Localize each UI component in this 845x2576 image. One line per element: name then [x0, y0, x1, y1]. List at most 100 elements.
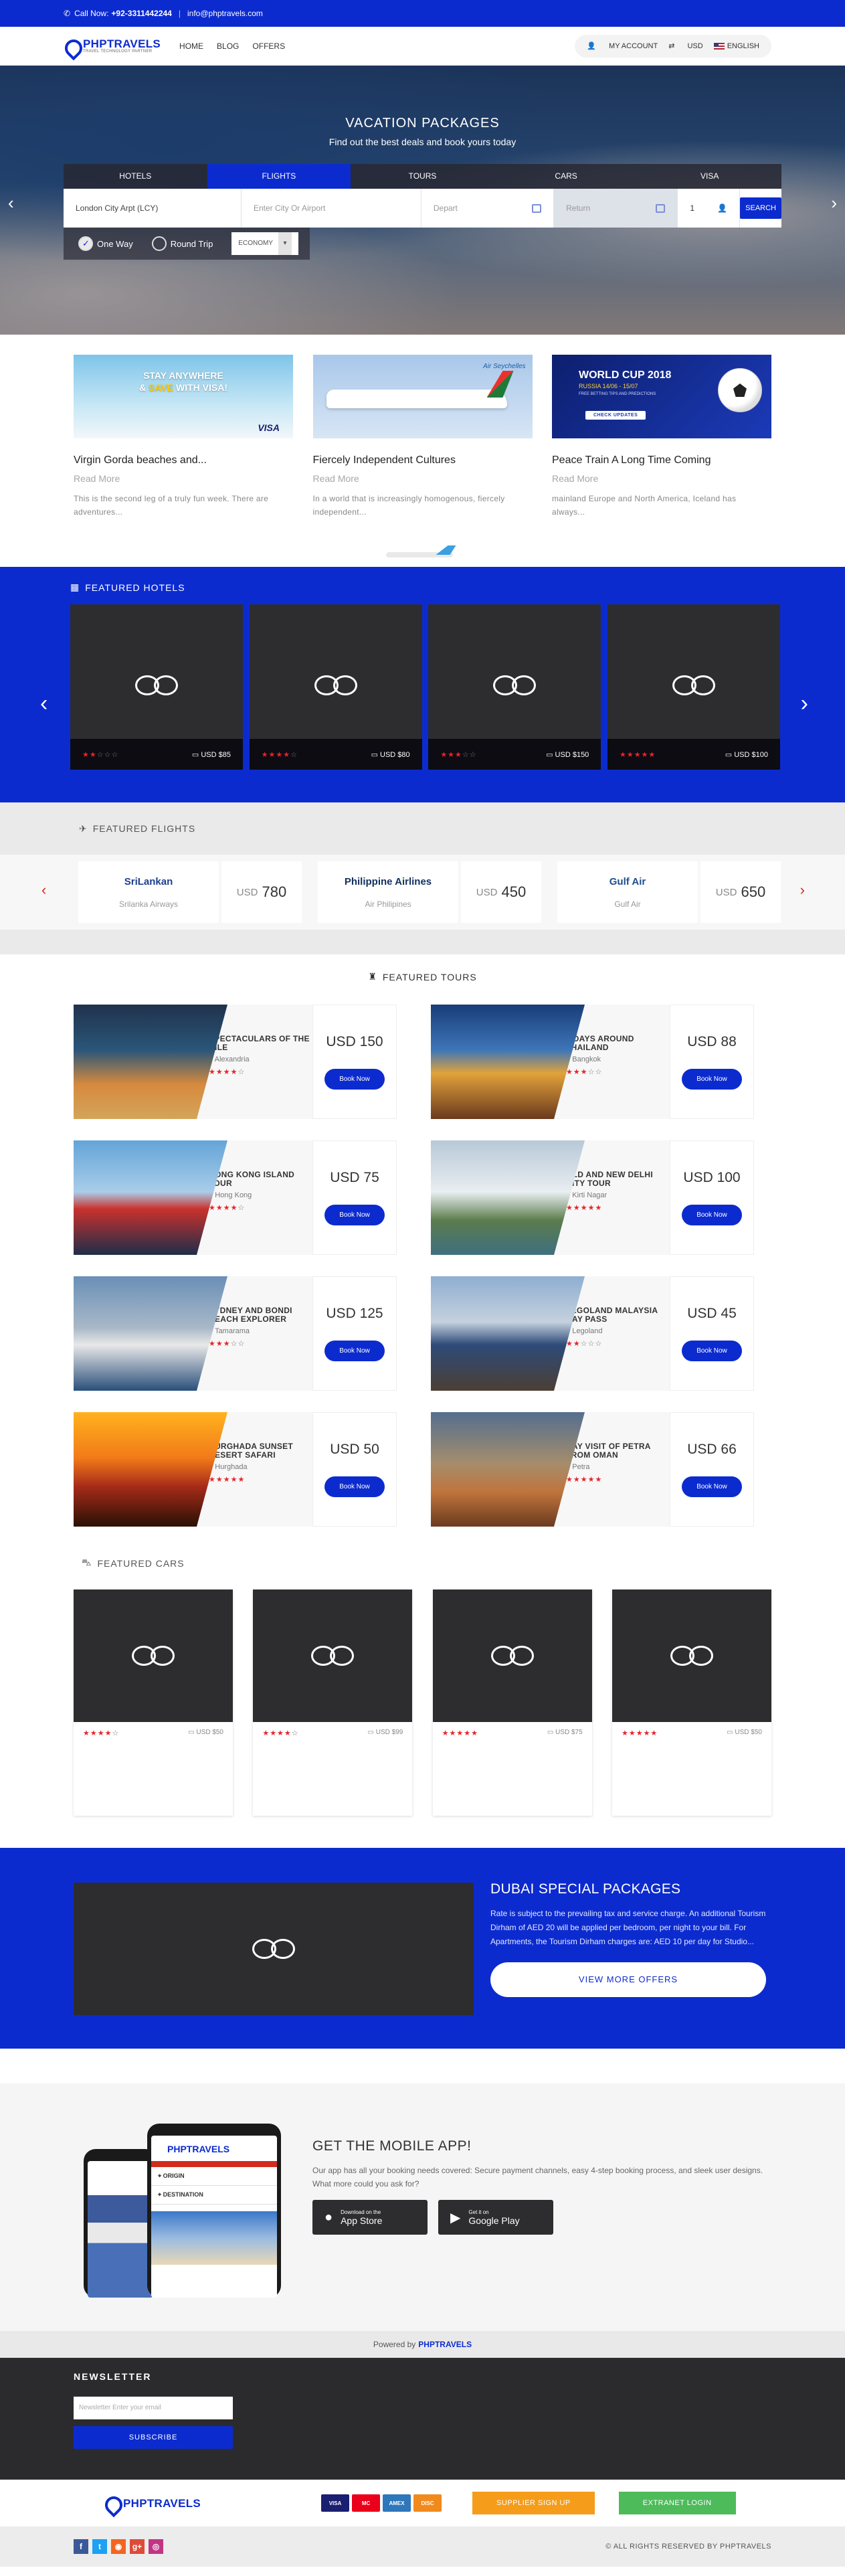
- tour-title[interactable]: 6 DAYS AROUND THAILAND: [566, 1035, 670, 1052]
- nav-home[interactable]: HOME: [179, 41, 203, 51]
- email-link[interactable]: info@phptravels.com: [187, 9, 263, 18]
- tour-title[interactable]: OLD AND NEW DELHI CITY TOUR: [566, 1171, 670, 1188]
- book-now-button[interactable]: Book Now: [324, 1205, 385, 1225]
- book-now-button[interactable]: Book Now: [682, 1341, 742, 1361]
- offer-card[interactable]: WORLD CUP 2018 RUSSIA 14/06 - 15/07 FREE…: [552, 355, 771, 519]
- one-way-radio[interactable]: One Way: [78, 236, 133, 251]
- book-now-button[interactable]: Book Now: [682, 1069, 742, 1090]
- round-trip-radio[interactable]: Round Trip: [151, 236, 213, 251]
- visa-logo: VISA: [258, 422, 280, 433]
- prev-arrow-icon[interactable]: ‹: [41, 881, 46, 899]
- tour-title[interactable]: DAY VISIT OF PETRA FROM OMAN: [566, 1442, 670, 1460]
- logo[interactable]: PHPTRAVELS TRAVEL TECHNOLOGY PARTNER: [64, 38, 161, 54]
- tour-card[interactable]: HURGHADA SUNSET DESERT SAFARI⌖ Hurghada★…: [74, 1412, 397, 1527]
- account-menu[interactable]: 👤 MY ACCOUNT: [587, 41, 658, 50]
- language-menu[interactable]: ENGLISH: [713, 42, 759, 50]
- book-now-button[interactable]: Book Now: [324, 1476, 385, 1497]
- google-play-button[interactable]: ▶ Get it on Google Play: [438, 2200, 553, 2235]
- twitter-icon[interactable]: t: [92, 2539, 107, 2554]
- tour-price: USD 150: [326, 1034, 383, 1049]
- app-store-button[interactable]: ● Download on the App Store: [312, 2200, 428, 2235]
- google-plus-icon[interactable]: g+: [130, 2539, 145, 2554]
- tour-title[interactable]: HONG KONG ISLAND TOUR: [209, 1171, 312, 1188]
- app-title: GET THE MOBILE APP!: [312, 2138, 472, 2154]
- tab-tours[interactable]: TOURS: [351, 164, 494, 189]
- subscribe-button[interactable]: SUBSCRIBE: [74, 2426, 233, 2449]
- offer-title[interactable]: Peace Train A Long Time Coming: [552, 454, 771, 466]
- hotel-card[interactable]: ★★★★★ ▭ USD $100: [607, 604, 780, 770]
- phone-number[interactable]: +92-3311442244: [111, 9, 171, 18]
- tour-card[interactable]: 6 DAYS AROUND THAILAND⌖ Bangkok★★★☆☆USD …: [431, 1005, 754, 1119]
- account-bar: 👤 MY ACCOUNT ⇄ USD ENGLISH: [575, 34, 771, 58]
- tab-visa[interactable]: VISA: [638, 164, 781, 189]
- next-arrow-icon[interactable]: ›: [801, 691, 808, 717]
- tour-title[interactable]: SPECTACULARS OF THE NILE: [209, 1035, 312, 1052]
- to-field[interactable]: Enter City Or Airport: [242, 189, 421, 228]
- prev-arrow-icon[interactable]: ‹: [40, 691, 48, 717]
- tour-title[interactable]: LEGOLAND MALAYSIA DAY PASS: [566, 1306, 670, 1324]
- currency-menu[interactable]: ⇄ USD: [668, 41, 703, 50]
- offer-card[interactable]: Air Seychelles Fiercely Independent Cult…: [312, 355, 533, 519]
- offer-excerpt: mainland Europe and North America, Icela…: [552, 494, 737, 517]
- tour-title[interactable]: SYDNEY AND BONDI BEACH EXPLORER: [209, 1306, 312, 1324]
- book-now-button[interactable]: Book Now: [682, 1476, 742, 1497]
- tour-card[interactable]: LEGOLAND MALAYSIA DAY PASS⌖ Legoland★★☆☆…: [431, 1276, 754, 1391]
- book-now-button[interactable]: Book Now: [324, 1069, 385, 1090]
- currency-icon: ⇄: [668, 42, 677, 50]
- nav-offers[interactable]: OFFERS: [252, 41, 285, 51]
- section-title: FEATURED FLIGHTS: [92, 823, 196, 834]
- tab-flights[interactable]: FLIGHTS: [207, 164, 351, 189]
- from-field[interactable]: London City Arpt (LCY): [64, 189, 242, 228]
- passengers-field[interactable]: 1 👤: [678, 189, 741, 228]
- loading-icon: [667, 671, 721, 698]
- rss-icon[interactable]: ◉: [111, 2539, 126, 2554]
- tour-card[interactable]: OLD AND NEW DELHI CITY TOUR⌖ Kirti Nagar…: [431, 1140, 754, 1255]
- hero-subtitle: Find out the best deals and book yours t…: [328, 137, 517, 147]
- offer-title[interactable]: Virgin Gorda beaches and...: [74, 454, 293, 466]
- next-arrow-icon[interactable]: ›: [800, 881, 805, 899]
- tour-card[interactable]: SYDNEY AND BONDI BEACH EXPLORER⌖ Tamaram…: [74, 1276, 397, 1391]
- tab-hotels[interactable]: HOTELS: [64, 164, 207, 189]
- flight-card[interactable]: SriLankan Srilanka Airways USD 780: [78, 861, 302, 923]
- tab-cars[interactable]: CARS: [494, 164, 638, 189]
- read-more-link[interactable]: Read More: [313, 473, 533, 484]
- flight-card[interactable]: Philippine Airlines Air Philipines USD 450: [318, 861, 541, 923]
- tour-card[interactable]: SPECTACULARS OF THE NILE⌖ Alexandria★★★★…: [74, 1005, 397, 1119]
- top-bar: ✆ Call Now: +92-3311442244 | info@phptra…: [0, 0, 845, 27]
- tour-title[interactable]: HURGHADA SUNSET DESERT SAFARI: [209, 1442, 312, 1460]
- nav-blog[interactable]: BLOG: [217, 41, 239, 51]
- instagram-icon[interactable]: ◎: [149, 2539, 163, 2554]
- supplier-signup-button[interactable]: SUPPLIER SIGN UP: [472, 2492, 595, 2514]
- radio-icon: [151, 236, 167, 251]
- facebook-icon[interactable]: f: [74, 2539, 88, 2554]
- car-card[interactable]: ★★★★★ ▭ USD $50: [612, 1590, 771, 1816]
- search-button[interactable]: SEARCH: [740, 197, 781, 219]
- depart-field[interactable]: Depart: [421, 189, 555, 228]
- card-icon: ▭: [547, 1729, 556, 1736]
- offer-card[interactable]: STAY ANYWHERE & SAVE WITH VISA! VISA Vir…: [74, 355, 293, 519]
- book-now-button[interactable]: Book Now: [682, 1205, 742, 1225]
- flight-card[interactable]: Gulf Air Gulf Air USD 650: [557, 861, 781, 923]
- hero-next-arrow-icon[interactable]: ›: [831, 193, 837, 213]
- hotel-card[interactable]: ★★★☆☆ ▭ USD $150: [428, 604, 601, 770]
- cabin-select[interactable]: ECONOMY ▾: [231, 232, 298, 255]
- offer-title[interactable]: Fiercely Independent Cultures: [313, 454, 533, 466]
- social-links: f t ◉ g+ ◎: [74, 2539, 167, 2554]
- powered-brand[interactable]: PHPTRAVELS: [418, 2340, 472, 2349]
- read-more-link[interactable]: Read More: [74, 473, 293, 484]
- tour-card[interactable]: DAY VISIT OF PETRA FROM OMAN⌖ Petra★★★★★…: [431, 1412, 754, 1527]
- read-more-link[interactable]: Read More: [552, 473, 771, 484]
- view-more-offers-button[interactable]: VIEW MORE OFFERS: [490, 1962, 766, 1997]
- return-field[interactable]: Return: [554, 189, 678, 228]
- newsletter-email-input[interactable]: Newsletter Enter your email: [74, 2397, 233, 2419]
- hero-prev-arrow-icon[interactable]: ‹: [8, 193, 14, 213]
- book-now-button[interactable]: Book Now: [324, 1341, 385, 1361]
- car-card[interactable]: ★★★★☆ ▭ USD $50: [74, 1590, 233, 1816]
- car-card[interactable]: ★★★★★ ▭ USD $75: [432, 1590, 592, 1816]
- hotel-card[interactable]: ★★☆☆☆ ▭ USD $85: [70, 604, 243, 770]
- extranet-login-button[interactable]: EXTRANET LOGIN: [618, 2492, 736, 2514]
- footer-logo[interactable]: PHPTRAVELS: [104, 2495, 201, 2511]
- hotel-card[interactable]: ★★★★☆ ▭ USD $80: [249, 604, 422, 770]
- car-card[interactable]: ★★★★☆ ▭ USD $99: [253, 1590, 413, 1816]
- tour-card[interactable]: HONG KONG ISLAND TOUR⌖ Hong Kong★★★★☆USD…: [74, 1140, 397, 1255]
